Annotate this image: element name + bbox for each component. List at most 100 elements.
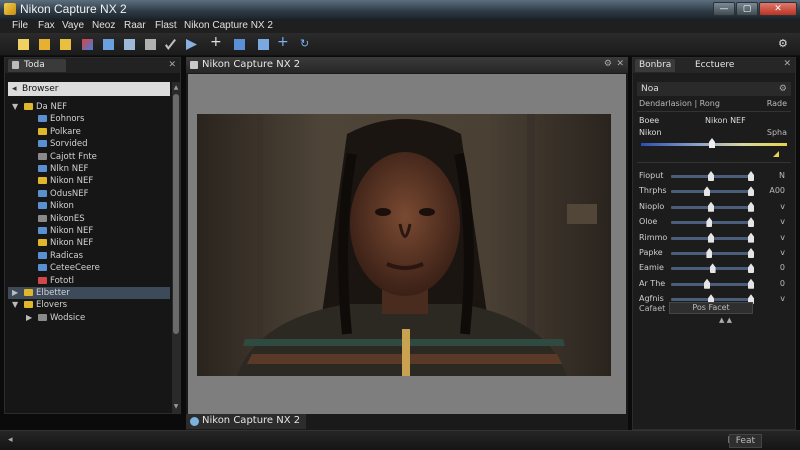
menu-neoz[interactable]: Neoz xyxy=(92,20,115,31)
play-icon[interactable] xyxy=(184,37,199,52)
expand-arrows-icon[interactable]: ▲ ▲ xyxy=(719,316,732,324)
slider-end-knob[interactable] xyxy=(748,217,754,228)
browser-header[interactable]: ◂ Browser xyxy=(8,82,170,96)
run-icon[interactable]: ⚙ xyxy=(776,37,791,52)
open-folder-icon[interactable] xyxy=(37,37,52,52)
expand-right-icon[interactable]: ▶ xyxy=(26,312,32,324)
adjust-slider-row[interactable]: Ar The 0 xyxy=(637,278,791,291)
pos-facet-button[interactable]: Pos Facet xyxy=(669,302,753,314)
tree-item[interactable]: Nikon NEF xyxy=(8,225,170,237)
tree-item[interactable]: Cajott Fnte xyxy=(8,151,170,163)
status-left-icon[interactable]: ◂ xyxy=(8,435,13,445)
pin-icon[interactable] xyxy=(12,61,19,69)
tree-item[interactable]: ▶ Wodsice xyxy=(8,312,170,324)
grid-icon[interactable] xyxy=(256,37,271,52)
settings-icon[interactable]: ⚙ xyxy=(604,59,612,69)
plus-icon[interactable]: + xyxy=(209,35,224,52)
scroll-thumb[interactable] xyxy=(173,94,179,334)
toolbar: + + ↻ ⚙ xyxy=(0,34,800,56)
document-tab[interactable]: Nikon Capture NX 2 ⚙ ✕ xyxy=(186,57,628,73)
crop-icon[interactable] xyxy=(143,37,158,52)
settings-icon[interactable]: ⚙ xyxy=(779,82,787,96)
tree-item[interactable]: Polkare xyxy=(8,126,170,138)
tree-item[interactable]: Eohnors xyxy=(8,113,170,125)
slider-end-knob[interactable] xyxy=(748,278,754,289)
slider-end-knob[interactable] xyxy=(748,171,754,181)
slider-end-knob[interactable] xyxy=(748,186,754,197)
bottom-document-tab[interactable]: Nikon Capture NX 2 xyxy=(186,414,306,429)
image-canvas[interactable] xyxy=(188,74,626,414)
adjust-slider-row[interactable]: Eamie 0 xyxy=(637,262,791,275)
close-icon[interactable]: ✕ xyxy=(783,59,791,69)
slider-end-knob[interactable] xyxy=(748,201,754,212)
slider-end-knob[interactable] xyxy=(748,248,754,258)
expand-down-icon[interactable]: ▼ xyxy=(12,101,18,113)
tree-item[interactable]: ▼ Da NEF xyxy=(8,101,170,113)
menu-file[interactable]: File xyxy=(12,20,28,31)
adjust-slider-row[interactable]: Papke v xyxy=(637,247,791,260)
close-button[interactable]: ✕ xyxy=(759,2,797,16)
slider-knob[interactable] xyxy=(706,248,713,258)
tree-item[interactable]: Nikon NEF xyxy=(8,237,170,249)
slider-knob[interactable] xyxy=(704,278,710,289)
rotate-icon[interactable]: ↻ xyxy=(298,37,313,52)
tab-toda[interactable]: Toda xyxy=(8,59,66,72)
tree-item[interactable]: Nikon NEF xyxy=(8,175,170,187)
tree-item[interactable]: Radicas xyxy=(8,250,170,262)
slider-knob[interactable] xyxy=(708,232,714,243)
copy-icon[interactable] xyxy=(101,37,116,52)
section-header[interactable]: Noa ⚙ xyxy=(637,82,791,96)
adjust-slider-row[interactable]: Rimmo v xyxy=(637,232,791,245)
menu-capture[interactable]: Nikon Capture NX 2 xyxy=(184,20,273,31)
folder-icon[interactable] xyxy=(58,37,73,52)
close-icon[interactable]: ✕ xyxy=(616,59,624,69)
collapse-arrow-icon[interactable]: ◂ xyxy=(12,82,17,96)
slider-end-knob[interactable] xyxy=(748,232,754,243)
expand-right-icon[interactable]: ▶ xyxy=(12,287,18,299)
tab-bonbra[interactable]: Bonbra xyxy=(635,59,676,72)
tree-item[interactable]: Fototl xyxy=(8,275,170,287)
tree-item-label: Cajott Fnte xyxy=(50,151,97,162)
maximize-button[interactable]: ▢ xyxy=(736,2,758,16)
minimize-button[interactable]: — xyxy=(713,2,735,16)
tree-item[interactable]: Sorvided xyxy=(8,138,170,150)
tree-item[interactable]: OdusNEF xyxy=(8,188,170,200)
move-icon[interactable]: + xyxy=(276,35,291,52)
paint-icon[interactable] xyxy=(80,37,95,52)
slider-knob[interactable] xyxy=(708,201,714,212)
status-feat-button[interactable]: Feat xyxy=(728,434,762,448)
menu-fax[interactable]: Fax xyxy=(38,20,55,31)
slider-knob[interactable] xyxy=(704,186,710,197)
tree-item[interactable]: Nikon xyxy=(8,200,170,212)
new-icon[interactable] xyxy=(16,37,31,52)
slider-knob[interactable] xyxy=(708,171,714,181)
menu-raar[interactable]: Raar xyxy=(124,20,146,31)
color-slider-knob[interactable] xyxy=(709,138,715,148)
tree-item[interactable]: ▶ Elbetter xyxy=(8,287,170,299)
adjust-slider-row[interactable]: Fioput N xyxy=(637,170,791,183)
scroll-up-icon[interactable]: ▲ xyxy=(172,84,180,92)
adjust-slider-row[interactable]: Oloe v xyxy=(637,216,791,229)
scroll-down-icon[interactable]: ▼ xyxy=(172,403,180,411)
close-icon[interactable]: ✕ xyxy=(168,60,176,70)
layers-icon[interactable] xyxy=(122,37,137,52)
tab-ecctuere[interactable]: Ecctuere xyxy=(691,59,738,72)
slider-track[interactable] xyxy=(671,282,751,286)
adjust-slider-row[interactable]: Nioplo v xyxy=(637,201,791,214)
row1-value[interactable]: Nikon NEF xyxy=(705,116,746,125)
slider-track[interactable] xyxy=(671,190,751,194)
left-scrollbar[interactable]: ▲ ▼ xyxy=(172,82,180,413)
slider-end-knob[interactable] xyxy=(748,263,754,274)
tree-item[interactable]: CeteeCeere xyxy=(8,262,170,274)
slider-knob[interactable] xyxy=(709,263,716,274)
check-icon[interactable] xyxy=(163,37,178,52)
slider-knob[interactable] xyxy=(706,217,713,228)
tree-item[interactable]: Nlkn NEF xyxy=(8,163,170,175)
adjust-slider-row[interactable]: Thrphs A00 xyxy=(637,185,791,198)
export-icon[interactable] xyxy=(232,37,247,52)
expand-down-icon[interactable]: ▼ xyxy=(12,299,18,311)
tree-item[interactable]: NikonES xyxy=(8,213,170,225)
menu-vaye[interactable]: Vaye xyxy=(62,20,84,31)
tree-item[interactable]: ▼ Elovers xyxy=(8,299,170,311)
menu-flast[interactable]: Flast xyxy=(155,20,177,31)
